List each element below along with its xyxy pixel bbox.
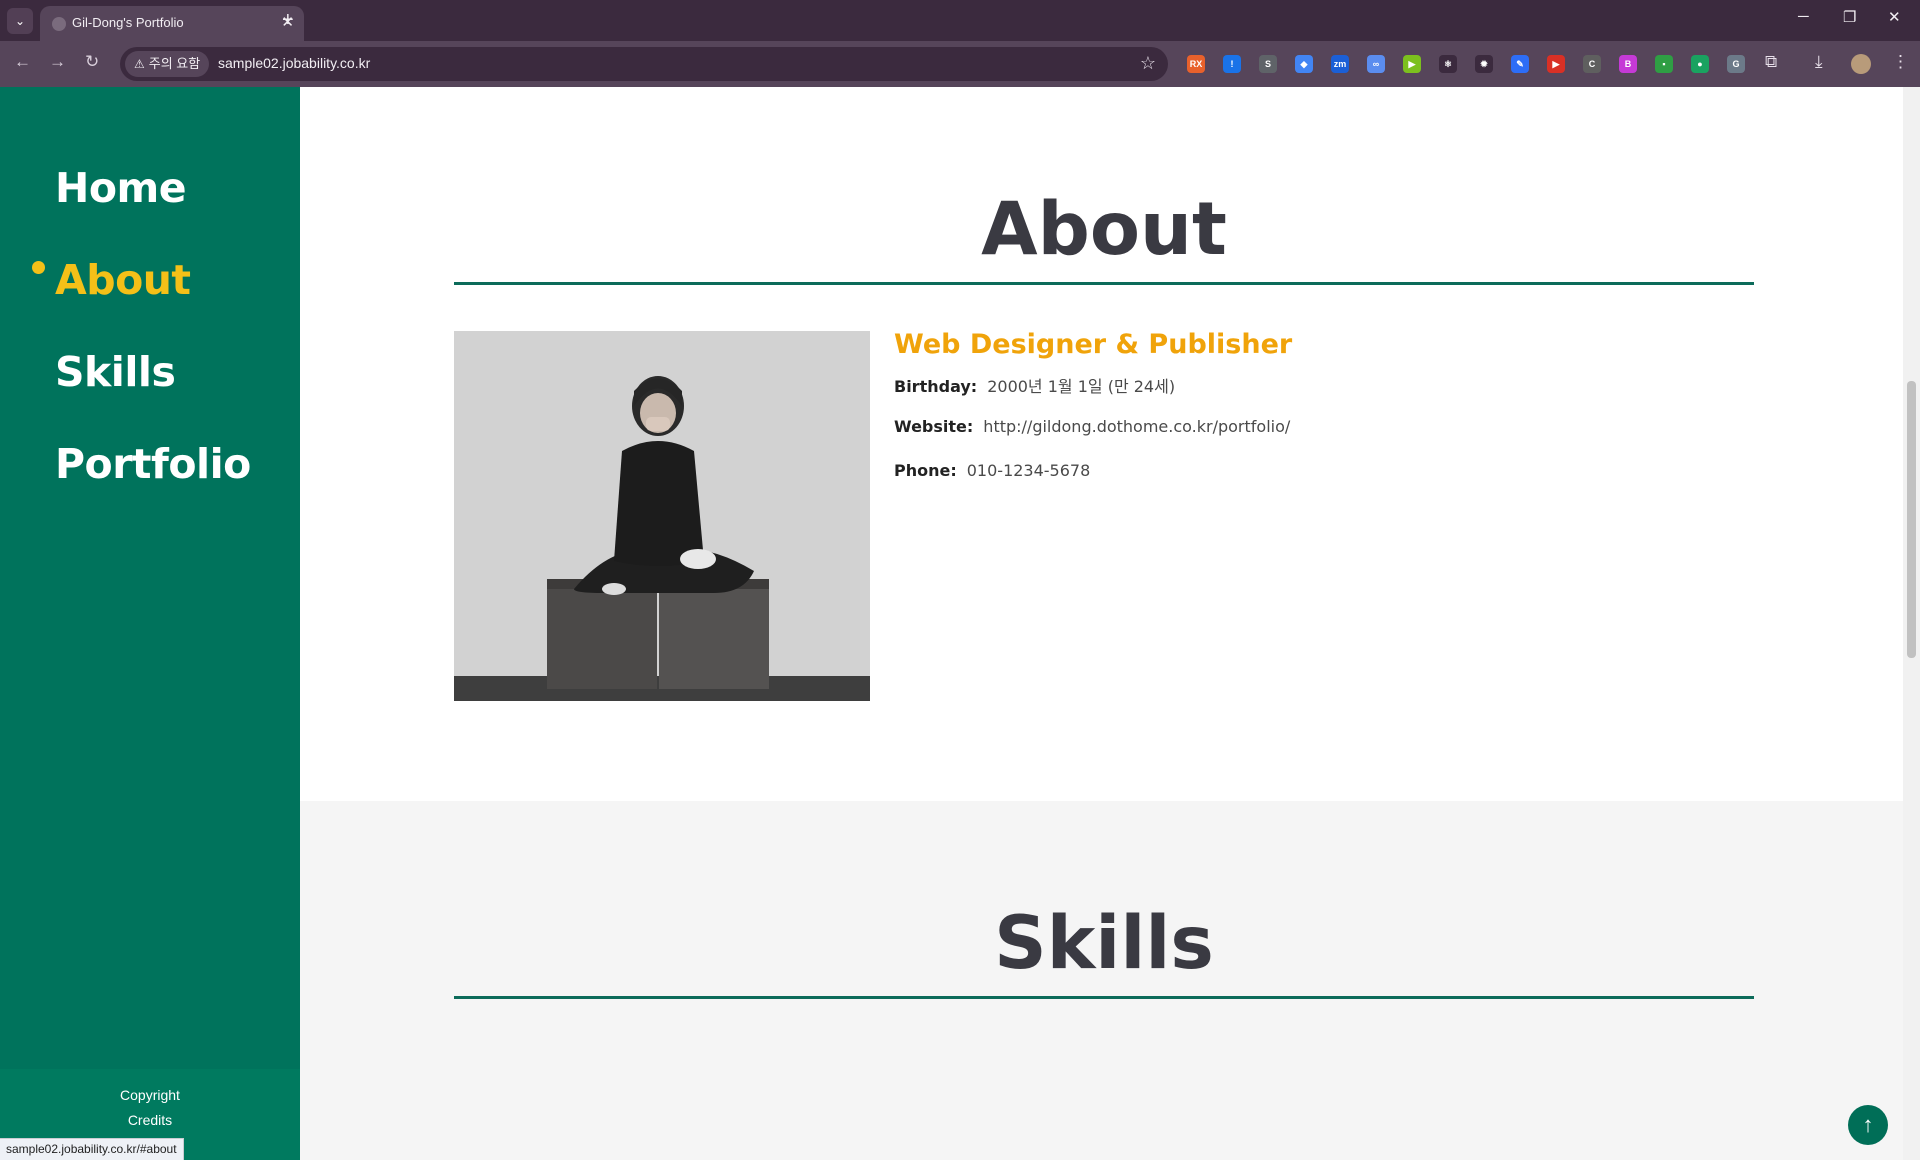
drop-ext-icon[interactable]: ◆: [1295, 55, 1313, 73]
website-label: Website:: [894, 417, 974, 436]
sidebar-item-about[interactable]: About: [55, 256, 191, 304]
about-heading: About: [981, 187, 1227, 272]
skills-heading: Skills: [994, 901, 1214, 986]
pen-ext-icon[interactable]: ✎: [1511, 55, 1529, 73]
tab-title: Gil-Dong's Portfolio: [72, 15, 184, 30]
extensions-puzzle-icon[interactable]: ⧉: [1765, 52, 1777, 72]
sidebar-nav: Home About Skills Portfolio Copyright Cr…: [0, 87, 300, 1160]
restore-icon[interactable]: ❐: [1843, 8, 1856, 26]
browser-tab-active[interactable]: Gil-Dong's Portfolio ✕: [40, 6, 304, 41]
close-window-icon[interactable]: ✕: [1888, 8, 1901, 26]
about-section: About Web Designer & Publisher Birthday:…: [300, 87, 1903, 801]
tab-search-button[interactable]: ⌄: [7, 8, 33, 34]
security-warning-label: 주의 요함: [148, 56, 201, 71]
phone-value: 010-1234-5678: [966, 461, 1091, 480]
bookmark-star-icon[interactable]: ☆: [1140, 53, 1156, 74]
browser-tab-bar: ⌄ Gil-Dong's Portfolio ✕ + ─ ❐ ✕: [0, 0, 1920, 41]
phone-row: Phone: 010-1234-5678: [894, 461, 1090, 480]
download-icon[interactable]: ⤓: [1815, 52, 1823, 72]
skills-divider: [454, 996, 1754, 999]
sidebar-item-portfolio[interactable]: Portfolio: [55, 440, 251, 488]
new-tab-button[interactable]: +: [282, 8, 294, 32]
back-arrow-icon[interactable]: ←: [14, 52, 31, 72]
scrollbar-thumb[interactable]: [1907, 381, 1916, 658]
birthday-label: Birthday:: [894, 377, 978, 396]
reload-icon[interactable]: ↻: [85, 52, 99, 72]
website-row: Website: http://gildong.dothome.co.kr/por…: [894, 417, 1290, 436]
chat-ext-icon[interactable]: ●: [1691, 55, 1709, 73]
zm-ext-icon[interactable]: zm: [1331, 55, 1349, 73]
s-ext-icon[interactable]: S: [1259, 55, 1277, 73]
website-value[interactable]: http://gildong.dothome.co.kr/portfolio/: [983, 417, 1290, 436]
info-ext-icon[interactable]: !: [1223, 55, 1241, 73]
url-text[interactable]: sample02.jobability.co.kr: [218, 55, 370, 71]
translate-ext-icon[interactable]: G: [1727, 55, 1745, 73]
link-ext-icon[interactable]: ∞: [1367, 55, 1385, 73]
browser-toolbar: ← → ↻ ⚠ 주의 요함 sample02.jobability.co.kr ☆…: [0, 41, 1920, 87]
phone-label: Phone:: [894, 461, 957, 480]
copyright-link[interactable]: Copyright: [0, 1087, 300, 1103]
card-ext-icon[interactable]: ▪: [1655, 55, 1673, 73]
gear-ext-icon[interactable]: ✹: [1475, 55, 1493, 73]
active-indicator-dot: [32, 261, 45, 274]
skills-section: Skills: [300, 801, 1903, 1160]
sidebar-item-home[interactable]: Home: [55, 164, 187, 212]
sidebar-item-skills[interactable]: Skills: [55, 348, 176, 396]
birthday-value: 2000년 1월 1일 (만 24세): [987, 377, 1176, 396]
status-bar-url: sample02.jobability.co.kr/#about: [0, 1138, 184, 1160]
ci-ext-icon[interactable]: C: [1583, 55, 1601, 73]
rx-ext-icon[interactable]: RX: [1187, 55, 1205, 73]
arrow-up-icon: ↑: [1862, 1112, 1874, 1137]
globe-icon: [52, 17, 66, 31]
page-scrollbar[interactable]: [1903, 87, 1920, 1160]
profile-photo: [454, 331, 870, 701]
security-warning-chip[interactable]: ⚠ 주의 요함: [125, 51, 210, 77]
back-to-top-button[interactable]: ↑: [1848, 1105, 1888, 1145]
profile-photo-illustration: [454, 331, 870, 701]
menu-dots-icon[interactable]: ⋮: [1892, 52, 1909, 72]
play-ext-icon[interactable]: ▶: [1403, 55, 1421, 73]
minimize-icon[interactable]: ─: [1798, 8, 1809, 25]
tb-ext-icon[interactable]: B: [1619, 55, 1637, 73]
video-ext-icon[interactable]: ▶: [1547, 55, 1565, 73]
credits-link[interactable]: Credits: [0, 1112, 300, 1128]
address-bar[interactable]: ⚠ 주의 요함 sample02.jobability.co.kr ☆: [120, 47, 1168, 81]
birthday-row: Birthday: 2000년 1월 1일 (만 24세): [894, 373, 1175, 397]
forward-arrow-icon[interactable]: →: [49, 52, 66, 72]
main-content: About Web Designer & Publisher Birthday:…: [300, 87, 1903, 1160]
warning-icon: ⚠: [134, 57, 145, 71]
react-ext-icon[interactable]: ⚛: [1439, 55, 1457, 73]
about-divider: [454, 282, 1754, 285]
profile-avatar[interactable]: [1851, 54, 1871, 74]
role-title: Web Designer & Publisher: [894, 329, 1293, 360]
